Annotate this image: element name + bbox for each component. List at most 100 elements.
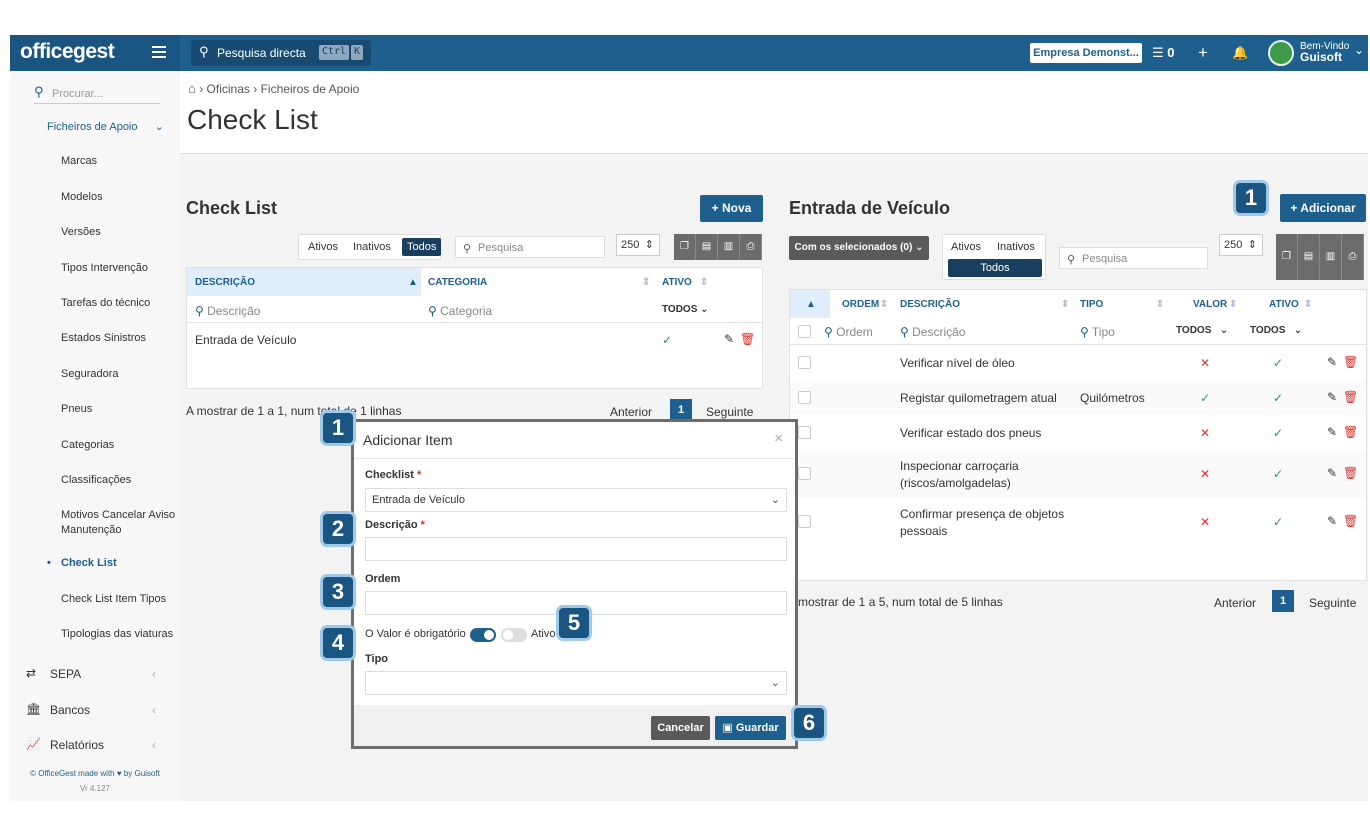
filter-todos[interactable]: Todos [948, 259, 1042, 277]
sidebar-item-bancos[interactable]: 🏛 Bancos ‹ [26, 702, 156, 717]
col-ativo[interactable]: ATIVO [1269, 299, 1299, 310]
edit-icon[interactable]: ✎ [1327, 466, 1337, 480]
col-ordem[interactable]: ORDEM [842, 299, 879, 310]
close-icon[interactable]: × [774, 430, 783, 447]
checklist-search-input[interactable]: ⚲ Pesquisa [455, 236, 605, 258]
print-icon[interactable]: ⎙ [740, 234, 762, 260]
table-row[interactable]: Verificar nível de óleo ✕ ✓ ✎ 🗑 [790, 345, 1366, 380]
col-valor[interactable]: VALOR [1193, 299, 1227, 310]
filter-ativo[interactable]: TODOS ⌄ [1250, 325, 1302, 336]
sidebar-item-classificacoes[interactable]: Classificações [61, 474, 131, 486]
right-page-1[interactable]: 1 [1272, 590, 1294, 612]
left-prev-button[interactable]: Anterior [610, 405, 652, 419]
filter-ativos[interactable]: Ativos [951, 241, 981, 253]
row-checkbox[interactable] [798, 467, 811, 480]
cancel-button[interactable]: Cancelar [651, 716, 710, 740]
edit-icon[interactable]: ✎ [1327, 514, 1337, 528]
sidebar-item-motivos-cancelar[interactable]: Motivos Cancelar Aviso Manutenção [61, 508, 175, 538]
pdf-icon[interactable]: ▥ [718, 234, 740, 260]
filter-todos[interactable]: Todos [402, 238, 442, 256]
filter-descricao[interactable]: ⚲ Descrição [900, 325, 965, 339]
excel-icon[interactable]: ▤ [1298, 234, 1320, 280]
menu-icon[interactable] [152, 46, 166, 58]
sidebar-item-pneus[interactable]: Pneus [61, 403, 92, 415]
edit-icon[interactable]: ✎ [1327, 355, 1337, 369]
trash-icon[interactable]: 🗑 [740, 332, 755, 346]
sidebar-group-ficheiros[interactable]: Ficheiros de Apoio ⌄ [47, 120, 164, 133]
avatar[interactable] [1268, 40, 1294, 66]
descricao-input[interactable] [365, 537, 787, 561]
table-row[interactable]: Registar quilometragem atual Quilómetros… [790, 380, 1366, 415]
sidebar-item-categorias[interactable]: Categorias [61, 439, 114, 451]
row-checkbox[interactable] [798, 391, 811, 404]
plus-icon[interactable]: + [1198, 43, 1208, 63]
sidebar-item-check-list[interactable]: • Check List [47, 557, 117, 569]
company-selector[interactable]: Empresa Demonst... [1030, 43, 1142, 63]
filter-categoria[interactable]: ⚲ Categoria [428, 304, 492, 318]
print-icon[interactable]: ⎙ [1342, 234, 1364, 280]
home-icon[interactable]: ⌂ [188, 81, 196, 96]
copy-icon[interactable]: ❐ [1276, 234, 1298, 280]
row-checkbox[interactable] [798, 426, 811, 439]
new-checklist-button[interactable]: + Nova [700, 195, 763, 222]
valor-obrigatorio-toggle[interactable] [470, 628, 496, 642]
excel-icon[interactable]: ▤ [696, 234, 718, 260]
chevron-down-icon[interactable]: ⌄ [1354, 43, 1364, 57]
page-size-select[interactable]: 250 ⇕ [1219, 234, 1263, 256]
edit-icon[interactable]: ✎ [724, 332, 734, 346]
table-row[interactable]: Verificar estado dos pneus ✕ ✓ ✎ 🗑 [790, 415, 1366, 450]
trash-icon[interactable]: 🗑 [1343, 466, 1358, 480]
sidebar-item-marcas[interactable]: Marcas [61, 155, 97, 167]
col-categoria[interactable]: CATEGORIA [428, 277, 487, 288]
right-next-button[interactable]: Seguinte [1309, 596, 1356, 610]
left-next-button[interactable]: Seguinte [706, 405, 753, 419]
trash-icon[interactable]: 🗑 [1343, 390, 1358, 404]
page-size-select[interactable]: 250 ⇕ [616, 234, 660, 256]
sidebar-item-versoes[interactable]: Versões [61, 226, 101, 238]
col-descricao[interactable]: DESCRIÇÃO [195, 277, 255, 288]
sidebar-item-modelos[interactable]: Modelos [61, 191, 103, 203]
trash-icon[interactable]: 🗑 [1343, 514, 1358, 528]
left-page-1[interactable]: 1 [670, 399, 692, 421]
filter-valor[interactable]: TODOS ⌄ [1176, 325, 1228, 336]
tasks-icon[interactable]: ☰ 0 [1152, 45, 1175, 61]
sidebar-item-tarefas-tecnico[interactable]: Tarefas do técnico [61, 297, 150, 309]
table-row[interactable]: Confirmar presença de objetos pessoais ✕… [790, 498, 1366, 546]
user-menu[interactable]: Bem-Vindo Guisoft [1300, 41, 1349, 64]
ativo-toggle[interactable] [501, 628, 527, 642]
sidebar-item-tipos-intervencao[interactable]: Tipos Intervenção [61, 262, 148, 274]
edit-icon[interactable]: ✎ [1327, 425, 1337, 439]
filter-ativos[interactable]: Ativos [308, 241, 338, 253]
row-checkbox[interactable] [798, 515, 811, 528]
filter-tipo[interactable]: ⚲ Tipo [1080, 325, 1115, 339]
filter-ordem[interactable]: ⚲ Ordem [824, 325, 873, 339]
copy-icon[interactable]: ❐ [674, 234, 696, 260]
pdf-icon[interactable]: ▥ [1320, 234, 1342, 280]
sidebar-item-estados-sinistros[interactable]: Estados Sinistros [61, 332, 146, 344]
filter-inativos[interactable]: Inativos [997, 241, 1035, 253]
bulk-actions-select[interactable]: Com os selecionados (0) ⌄ [789, 236, 929, 260]
breadcrumb-oficinas[interactable]: Oficinas [207, 82, 250, 96]
filter-ativo[interactable]: TODOS ⌄ [662, 304, 709, 315]
sidebar-item-seguradora[interactable]: Seguradora [61, 368, 119, 380]
sidebar-item-check-list-item-tipos[interactable]: Check List Item Tipos [61, 593, 166, 605]
right-prev-button[interactable]: Anterior [1214, 596, 1256, 610]
add-item-button[interactable]: + Adicionar [1280, 194, 1366, 222]
sidebar-search[interactable]: ⚲ Procurar... [34, 81, 160, 104]
filter-inativos[interactable]: Inativos [353, 241, 391, 253]
tipo-select[interactable]: ⌄ [365, 671, 787, 695]
bell-icon[interactable]: 🔔 [1232, 45, 1248, 61]
breadcrumb-ficheiros[interactable]: Ficheiros de Apoio [261, 82, 360, 96]
edit-icon[interactable]: ✎ [1327, 390, 1337, 404]
trash-icon[interactable]: 🗑 [1343, 355, 1358, 369]
row-checkbox[interactable] [798, 356, 811, 369]
col-ativo[interactable]: ATIVO [662, 277, 692, 288]
checklist-select[interactable]: Entrada de Veículo ⌄ [365, 488, 787, 512]
col-descricao[interactable]: DESCRIÇÃO [900, 299, 960, 310]
sidebar-item-relatorios[interactable]: 📈 Relatórios ‹ [26, 737, 156, 752]
select-all-checkbox[interactable] [798, 325, 811, 338]
sidebar-item-sepa[interactable]: ⇄ SEPA ‹ [26, 666, 156, 681]
items-search-input[interactable]: ⚲ Pesquisa [1059, 247, 1208, 269]
trash-icon[interactable]: 🗑 [1343, 425, 1358, 439]
row-descricao[interactable]: Entrada de Veículo [195, 333, 296, 347]
